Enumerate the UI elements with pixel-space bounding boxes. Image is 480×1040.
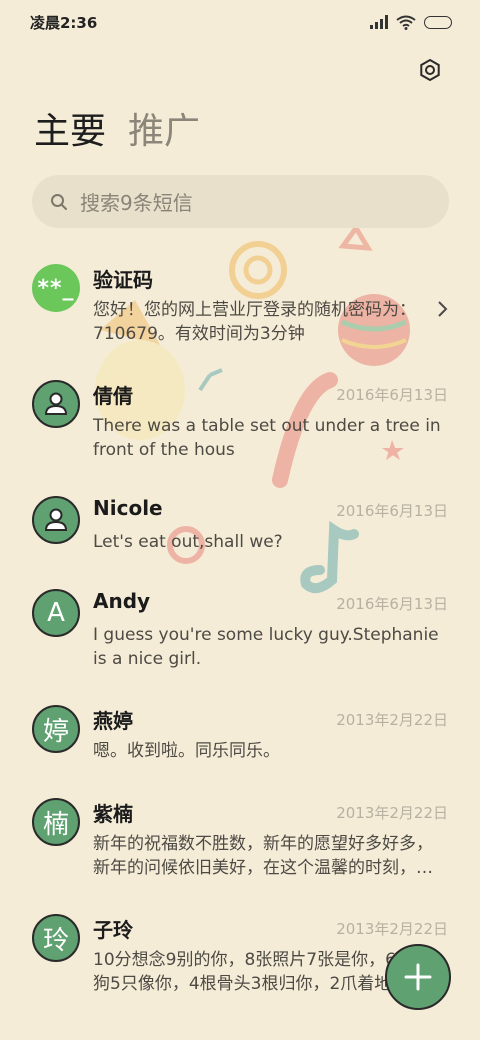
tab-primary[interactable]: 主要 — [34, 108, 106, 156]
gear-icon — [420, 58, 440, 82]
category-tabs: 主要 推广 — [34, 108, 200, 156]
thread-preview: I guess you're some lucky guy.Stephanie … — [93, 625, 439, 669]
thread-name: 燕婷 — [93, 709, 133, 733]
thread-date: 2013年2月22日 — [336, 920, 448, 938]
avatar — [32, 496, 80, 544]
thread-name: 子玲 — [93, 918, 133, 942]
thread-date: 2013年2月22日 — [336, 711, 448, 729]
avatar-text: **_ — [37, 275, 75, 301]
avatar-text: A — [47, 598, 65, 628]
settings-button[interactable] — [414, 54, 446, 86]
message-thread[interactable]: **_ 验证码 您好！您的网上营业厅登录的随机密码为：710679。有效时间为3… — [0, 264, 480, 354]
avatar-text: 婷 — [42, 716, 69, 747]
thread-preview: There was a table set out under a tree i… — [93, 416, 441, 460]
thread-name: Nicole — [93, 496, 163, 520]
search-bar[interactable]: 搜索9条短信 — [32, 175, 449, 228]
avatar: 玲 — [32, 914, 80, 962]
avatar: 楠 — [32, 798, 80, 846]
tab-promotions[interactable]: 推广 — [128, 108, 200, 156]
thread-name: 倩倩 — [93, 384, 133, 408]
status-time: 凌晨2:36 — [30, 13, 98, 32]
person-icon — [44, 392, 68, 415]
message-thread[interactable]: A Andy 2016年6月13日 I guess you're some lu… — [0, 589, 480, 679]
avatar: 婷 — [32, 705, 80, 753]
plus-icon — [404, 963, 432, 991]
thread-preview: 新年的祝福数不胜数，新年的愿望好多好多，新年的问候依旧美好，在这个温馨的时刻，… — [93, 834, 433, 878]
message-thread[interactable]: 楠 紫楠 2013年2月22日 新年的祝福数不胜数，新年的愿望好多好多，新年的问… — [0, 798, 480, 888]
person-icon — [44, 508, 68, 531]
battery-icon — [424, 15, 452, 29]
avatar-text: 楠 — [42, 809, 69, 840]
avatar: **_ — [32, 264, 80, 312]
thread-name: 紫楠 — [93, 802, 133, 826]
thread-date: 2013年2月22日 — [336, 804, 448, 822]
avatar — [32, 380, 80, 428]
thread-preview: 嗯。收到啦。同乐同乐。 — [93, 741, 280, 761]
signal-icon — [370, 15, 388, 29]
message-thread[interactable]: Nicole 2016年6月13日 Let's eat out,shall we… — [0, 496, 480, 566]
message-thread[interactable]: 婷 燕婷 2013年2月22日 嗯。收到啦。同乐同乐。 — [0, 705, 480, 775]
thread-name: Andy — [93, 589, 151, 613]
status-icons — [370, 15, 452, 30]
thread-name: 验证码 — [93, 268, 153, 292]
thread-date: 2016年6月13日 — [336, 595, 448, 613]
status-bar: 凌晨2:36 — [0, 0, 480, 44]
avatar-text: 玲 — [42, 925, 69, 956]
thread-preview: 您好！您的网上营业厅登录的随机密码为：710679。有效时间为3分钟 — [93, 300, 416, 344]
thread-preview: Let's eat out,shall we? — [93, 532, 283, 552]
thread-date: 2016年6月13日 — [336, 502, 448, 520]
message-thread[interactable]: 倩倩 2016年6月13日 There was a table set out … — [0, 380, 480, 470]
search-icon — [51, 193, 67, 210]
search-placeholder: 搜索9条短信 — [80, 191, 193, 215]
wifi-icon — [396, 15, 416, 30]
thread-date: 2016年6月13日 — [336, 386, 448, 404]
new-message-button[interactable] — [385, 944, 451, 1010]
avatar: A — [32, 589, 80, 637]
chevron-right-icon — [438, 301, 448, 317]
